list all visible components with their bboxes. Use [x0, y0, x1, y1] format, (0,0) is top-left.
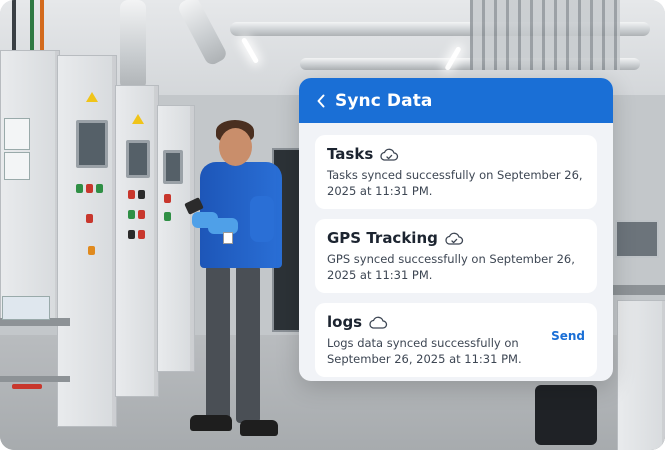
conduit [12, 0, 16, 52]
cable-tray [470, 0, 620, 70]
knob [96, 184, 103, 193]
person-leg [206, 265, 230, 421]
id-badge [223, 232, 233, 244]
person-shoe [190, 415, 232, 431]
hmi-screen [163, 150, 183, 184]
hmi-screen [76, 120, 108, 168]
chevron-left-icon[interactable] [313, 93, 329, 109]
tool [12, 384, 42, 389]
conduit [40, 0, 44, 52]
cloud-sync-icon [444, 231, 464, 245]
knob [164, 212, 171, 221]
control-cabinet [57, 55, 117, 427]
person-arm [250, 196, 274, 242]
page-title: Sync Data [335, 90, 433, 111]
knob [88, 246, 95, 255]
sync-item-logs: logs Logs data synced successfully on Se… [315, 303, 597, 377]
wall-cabinet [0, 50, 60, 322]
app-screenshot: Sync Data Tasks Tasks synced successfull… [0, 0, 665, 450]
warning-sign [86, 92, 98, 102]
knob [128, 210, 135, 219]
knob [138, 230, 145, 239]
cloud-icon [368, 315, 388, 329]
workbench-shelf [0, 376, 70, 382]
side-cabinet [617, 300, 665, 450]
item-description: GPS synced successfully on September 26,… [327, 252, 575, 282]
knob [128, 230, 135, 239]
item-title-row: logs [327, 313, 585, 331]
sync-item-gps: GPS Tracking GPS synced successfully on … [315, 219, 597, 293]
sticker [4, 152, 30, 180]
person-head [219, 128, 252, 166]
item-title: GPS Tracking [327, 229, 438, 247]
control-cabinet [115, 85, 159, 397]
equipment-bag [535, 385, 597, 445]
item-title-row: Tasks [327, 145, 585, 163]
knob [76, 184, 83, 193]
knob [138, 190, 145, 199]
item-title: logs [327, 313, 363, 331]
knob [86, 214, 93, 223]
knob [128, 190, 135, 199]
person-shoe [240, 420, 278, 436]
sync-list: Tasks Tasks synced successfully on Septe… [299, 123, 613, 377]
hmi-screen [126, 140, 150, 178]
item-title: Tasks [327, 145, 374, 163]
test-device [2, 296, 50, 320]
knob [138, 210, 145, 219]
sync-item-tasks: Tasks Tasks synced successfully on Septe… [315, 135, 597, 209]
knob [86, 184, 93, 193]
person-leg [236, 265, 260, 423]
send-button[interactable]: Send [551, 329, 585, 343]
ceiling-pipe [120, 0, 146, 90]
sync-data-panel: Sync Data Tasks Tasks synced successfull… [299, 78, 613, 381]
cloud-sync-icon [379, 147, 399, 161]
control-cabinet [157, 105, 195, 372]
monitor [615, 220, 659, 258]
item-description: Logs data synced successfully on Septemb… [327, 336, 522, 366]
sync-header: Sync Data [299, 78, 613, 123]
conduit [30, 0, 34, 52]
side-table [612, 285, 665, 295]
item-description: Tasks synced successfully on September 2… [327, 168, 583, 198]
sticker [4, 118, 30, 150]
knob [164, 194, 171, 203]
warning-sign [132, 114, 144, 124]
item-title-row: GPS Tracking [327, 229, 585, 247]
